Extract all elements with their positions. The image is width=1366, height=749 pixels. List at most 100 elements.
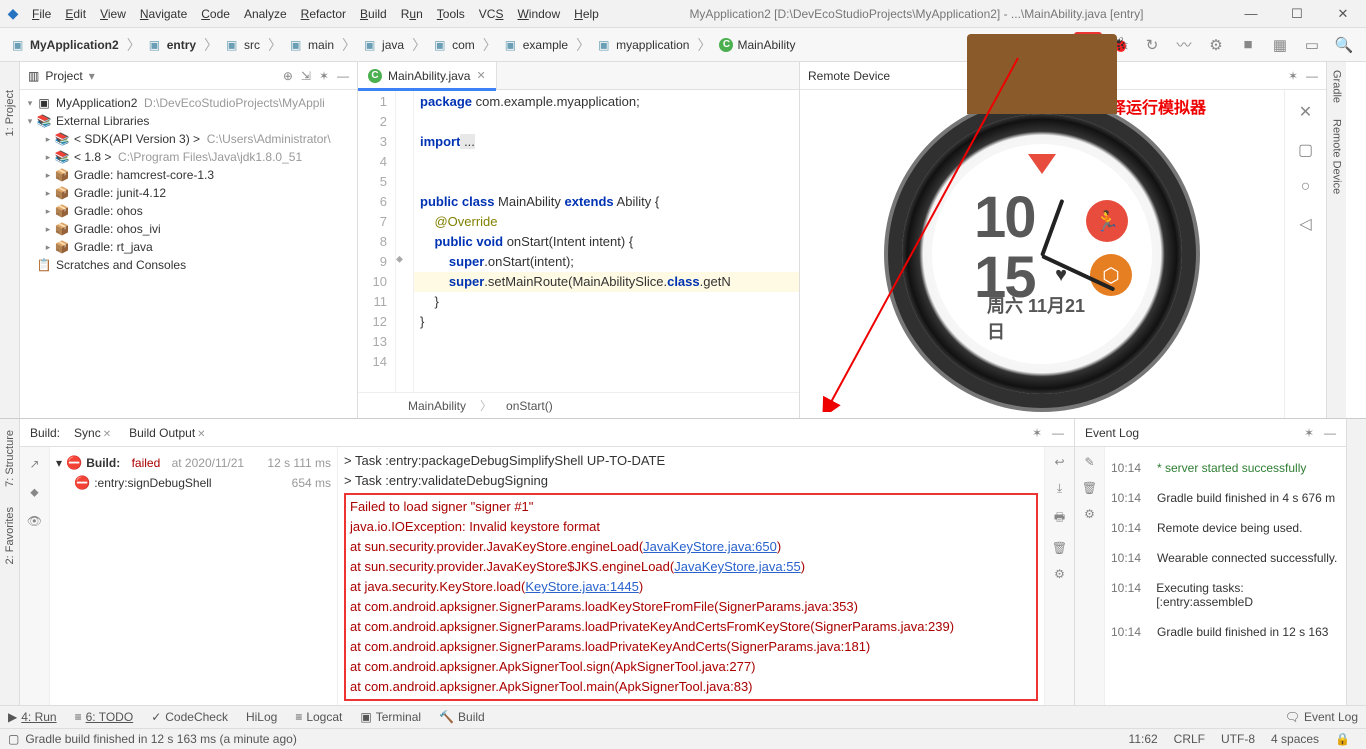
- filter-icon[interactable]: ⬥: [30, 485, 38, 500]
- minimize-button[interactable]: —: [1228, 0, 1274, 28]
- scroll-end-icon[interactable]: ⤓: [1057, 481, 1062, 496]
- menu-window[interactable]: Window: [511, 3, 566, 25]
- menu-edit[interactable]: Edit: [59, 3, 92, 25]
- cursor-position[interactable]: 11:62: [1121, 732, 1166, 746]
- eventlog-row[interactable]: 10:14Gradle build finished in 12 s 163: [1109, 617, 1342, 647]
- line-separator[interactable]: CRLF: [1166, 732, 1213, 746]
- tab-gradle[interactable]: Gradle: [1329, 62, 1345, 111]
- eventlog-row[interactable]: 10:14Remote device being used.: [1109, 513, 1342, 543]
- breadcrumb-entry[interactable]: ▣entry: [145, 36, 200, 54]
- menu-build[interactable]: Build: [354, 3, 393, 25]
- menu-tools[interactable]: Tools: [431, 3, 471, 25]
- tab-remote-device[interactable]: Remote Device: [1329, 111, 1345, 202]
- menu-code[interactable]: Code: [195, 3, 236, 25]
- tab-logcat[interactable]: ≡ Logcat: [295, 710, 342, 724]
- profile-button[interactable]: 〰: [1170, 34, 1198, 55]
- tree-row[interactable]: ▸📦Gradle: ohos: [20, 202, 357, 220]
- eventlog-row[interactable]: 10:14Executing tasks: [:entry:assembleD: [1109, 573, 1342, 617]
- eventlog-settings-icon[interactable]: ✶: [1304, 426, 1314, 440]
- maximize-button[interactable]: ☐: [1274, 0, 1320, 28]
- crumb-method[interactable]: onStart(): [506, 399, 553, 413]
- layout-button[interactable]: ▦: [1266, 36, 1294, 54]
- settings-icon[interactable]: ✶: [319, 69, 329, 83]
- expand-all-icon[interactable]: ⇲: [301, 69, 311, 83]
- tree-row[interactable]: ▸📦Gradle: junit-4.12: [20, 184, 357, 202]
- build-root-row[interactable]: ▾⛔ Build: failed at 2020/11/21 12 s 111 …: [54, 453, 333, 473]
- stop-button[interactable]: ■: [1234, 36, 1262, 53]
- lock-icon[interactable]: 🔒: [1327, 732, 1358, 746]
- breadcrumb-mainability[interactable]: CMainAbility: [715, 36, 799, 54]
- soft-wrap-icon[interactable]: ↩: [1054, 455, 1064, 469]
- close-button[interactable]: ✕: [1320, 0, 1366, 28]
- device-close-icon[interactable]: ✕: [1299, 102, 1312, 122]
- build-child-row[interactable]: ⛔ :entry:signDebugShell 654 ms: [54, 473, 333, 493]
- search-button[interactable]: 🔍: [1330, 36, 1358, 54]
- gear-icon[interactable]: ⚙: [1054, 567, 1065, 581]
- build-tab-output[interactable]: Build Output✕: [125, 424, 209, 442]
- crumb-class[interactable]: MainAbility: [408, 399, 466, 413]
- tab-project[interactable]: 1: Project: [2, 82, 18, 144]
- build-tab-sync[interactable]: Sync✕: [70, 424, 115, 442]
- menu-vcs[interactable]: VCS: [473, 3, 510, 25]
- device-back-icon[interactable]: ◁: [1299, 214, 1311, 234]
- avd-button[interactable]: ▭: [1298, 36, 1326, 54]
- tab-terminal[interactable]: ▣ Terminal: [360, 710, 421, 724]
- tree-row[interactable]: ▸📚< 1.8 > C:\Program Files\Java\jdk1.8.0…: [20, 148, 357, 166]
- tree-row[interactable]: ▾📚External Libraries: [20, 112, 357, 130]
- device-rect-icon[interactable]: ▢: [1298, 140, 1313, 160]
- eventlog-gear-icon[interactable]: ⚙: [1084, 507, 1095, 521]
- tree-row[interactable]: ▾▣MyApplication2 D:\DevEcoStudioProjects…: [20, 94, 357, 112]
- breadcrumb-example[interactable]: ▣example: [501, 36, 572, 54]
- editor-tab-mainability[interactable]: C MainAbility.java ✕: [358, 62, 497, 90]
- coverage-button[interactable]: ↻: [1138, 36, 1166, 54]
- eventlog-row[interactable]: 10:14* server started successfully: [1109, 453, 1342, 483]
- menu-help[interactable]: Help: [568, 3, 605, 25]
- eventlog-hide-icon[interactable]: —: [1324, 426, 1336, 440]
- close-tab-icon[interactable]: ✕: [476, 69, 485, 82]
- eventlog-row[interactable]: 10:14Gradle build finished in 4 s 676 m: [1109, 483, 1342, 513]
- attach-button[interactable]: ⚙: [1202, 36, 1230, 54]
- watch-emulator[interactable]: 10 15 🏃 ♥ ⬡ 周六 11月21日: [902, 114, 1182, 394]
- menu-refactor[interactable]: Refactor: [295, 3, 352, 25]
- build-hide-icon[interactable]: —: [1052, 426, 1064, 440]
- breadcrumb-root[interactable]: ▣MyApplication2: [8, 36, 123, 54]
- file-encoding[interactable]: UTF-8: [1213, 732, 1263, 746]
- breadcrumb-myapplication[interactable]: ▣myapplication: [594, 36, 693, 54]
- eventlog-trash-icon[interactable]: 🗑: [1082, 481, 1097, 495]
- breadcrumb-src[interactable]: ▣src: [222, 36, 264, 54]
- breadcrumb-com[interactable]: ▣com: [430, 36, 479, 54]
- tree-row[interactable]: ▸📦Gradle: hamcrest-core-1.3: [20, 166, 357, 184]
- build-settings-icon[interactable]: ✶: [1032, 426, 1042, 440]
- device-settings-icon[interactable]: ✶: [1288, 69, 1298, 83]
- view-icon[interactable]: 👁: [27, 514, 42, 528]
- tab-favorites[interactable]: 2: Favorites: [2, 497, 18, 574]
- tree-row[interactable]: ▸📚< SDK(API Version 3) > C:\Users\Admini…: [20, 130, 357, 148]
- tab-eventlog[interactable]: 🗨 Event Log: [1285, 710, 1358, 724]
- menu-navigate[interactable]: Navigate: [134, 3, 193, 25]
- build-output-text[interactable]: > Task :entry:packageDebugSimplifyShell …: [338, 447, 1044, 705]
- breadcrumb-main[interactable]: ▣main: [286, 36, 338, 54]
- rerun-icon[interactable]: ↗: [29, 457, 39, 471]
- tab-hilog[interactable]: HiLog: [246, 710, 277, 724]
- tree-row[interactable]: 📋Scratches and Consoles: [20, 256, 357, 274]
- tab-structure[interactable]: 7: Structure: [2, 420, 18, 497]
- hide-icon[interactable]: —: [337, 69, 349, 83]
- tree-row[interactable]: ▸📦Gradle: ohos_ivi: [20, 220, 357, 238]
- print-icon[interactable]: 🖶: [1054, 508, 1065, 529]
- tab-build[interactable]: 🔨 Build: [439, 710, 485, 724]
- tab-codecheck[interactable]: ✓ CodeCheck: [151, 710, 228, 724]
- select-opened-icon[interactable]: ⊕: [283, 69, 293, 83]
- eventlog-row[interactable]: 10:14Wearable connected successfully.: [1109, 543, 1342, 573]
- menu-file[interactable]: File: [26, 3, 57, 25]
- quickaccess-icon[interactable]: ▢: [8, 732, 19, 746]
- tab-todo[interactable]: ≡ 6: TODO: [75, 710, 134, 724]
- breadcrumb-java[interactable]: ▣java: [360, 36, 408, 54]
- clear-icon[interactable]: 🗑: [1052, 541, 1067, 555]
- indent-setting[interactable]: 4 spaces: [1263, 732, 1327, 746]
- device-circle-icon[interactable]: ○: [1301, 178, 1311, 196]
- tree-row[interactable]: ▸📦Gradle: rt_java: [20, 238, 357, 256]
- device-hide-icon[interactable]: —: [1306, 69, 1318, 83]
- eventlog-edit-icon[interactable]: ✎: [1084, 455, 1094, 469]
- menu-run[interactable]: Run: [395, 3, 429, 25]
- tab-run[interactable]: ▶ 4: Run: [8, 710, 57, 724]
